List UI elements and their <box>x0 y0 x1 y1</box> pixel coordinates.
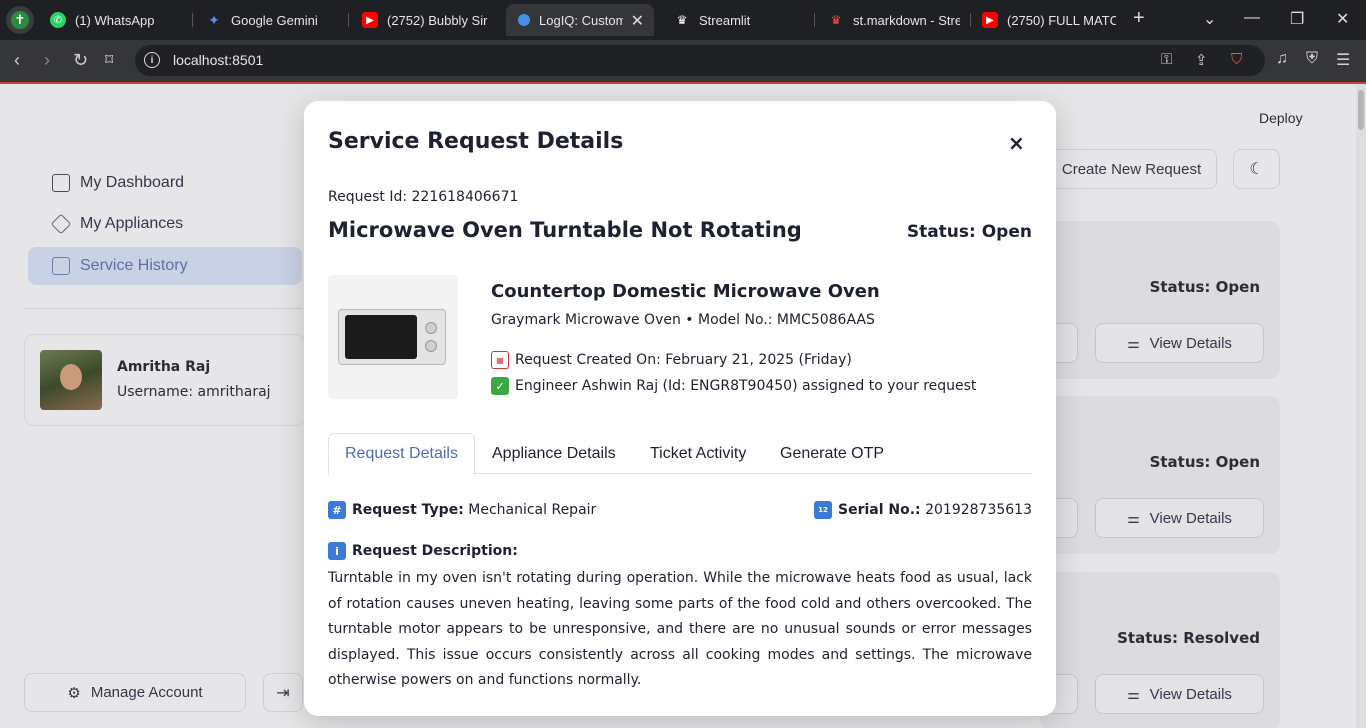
streamlit-crown-icon: ♛ <box>676 13 688 27</box>
gemini-icon: ✦ <box>208 11 220 28</box>
view-details-button[interactable]: ⚌ View Details <box>1095 323 1264 363</box>
request-card: Status: Open ⚌ View Details <box>1040 396 1280 554</box>
view-details-button[interactable]: ⚌ View Details <box>1095 498 1264 538</box>
appliance-image <box>328 275 458 399</box>
microwave-illustration <box>338 309 446 365</box>
bookmark-icon[interactable]: ⌑ <box>105 50 113 70</box>
tab-youtube-full-match[interactable]: ▶ (2750) FULL MATCH <box>970 4 1116 36</box>
grid-icon <box>52 174 70 192</box>
hash-icon: # <box>328 501 346 519</box>
sliders-icon: ⚌ <box>1127 685 1140 702</box>
tab-list-chevron-icon[interactable]: ⌄ <box>1203 9 1216 29</box>
scrollbar-thumb[interactable] <box>1358 90 1364 130</box>
minimize-icon[interactable]: — <box>1244 9 1260 27</box>
request-description-label: i Request Description: <box>328 542 518 560</box>
browser-profile-icon[interactable]: ✝ <box>6 6 34 34</box>
window-close-icon[interactable]: ✕ <box>1336 9 1349 29</box>
created-on-line: ▦ Request Created On: February 21, 2025 … <box>491 351 852 369</box>
request-card-status: Status: Resolved <box>1117 629 1260 647</box>
back-icon[interactable]: ‹ <box>14 50 20 71</box>
scrollbar[interactable] <box>1356 84 1366 728</box>
info-icon: i <box>328 542 346 560</box>
tab-st-markdown[interactable]: ♛ st.markdown - Strea <box>816 4 960 36</box>
brave-shields-icon[interactable]: ⛉ <box>1231 51 1242 68</box>
create-new-request-button[interactable]: Create New Request <box>1046 149 1217 189</box>
status-badge: Status: Open <box>906 222 1032 242</box>
share-icon[interactable]: ⇪ <box>1195 51 1208 69</box>
user-cog-icon: ⚙ <box>67 684 81 702</box>
tab-logiq-active[interactable]: LogIQ: Custome ✕ <box>506 4 654 36</box>
youtube-icon: ▶ <box>982 12 998 28</box>
request-card: Status: Resolved ⚌ View Details <box>1040 572 1280 728</box>
sliders-icon: ⚌ <box>1127 334 1140 351</box>
tab-youtube-bubbly[interactable]: ▶ (2752) Bubbly Sir Ki <box>350 4 492 36</box>
profile-name: Amritha Raj <box>117 359 211 375</box>
tab-streamlit[interactable]: ♛ Streamlit <box>662 4 812 36</box>
streamlit-crown-icon: ♛ <box>830 13 842 27</box>
vpn-icon[interactable]: ⛨ <box>1306 50 1318 68</box>
engineer-line: ✓ Engineer Ashwin Raj (Id: ENGR8T90450) … <box>491 377 976 395</box>
profile-card: Amritha Raj Username: amritharaj <box>24 334 306 426</box>
sidebar-divider <box>24 308 302 309</box>
tab-separator <box>348 13 349 27</box>
request-id: Request Id: 221618406671 <box>328 189 519 205</box>
avatar <box>40 350 102 410</box>
request-description: Turntable in my oven isn't rotating duri… <box>328 570 1032 688</box>
browser-address-bar: ‹ › ↻ ⌑ i localhost:8501 ⚿ ⇪ ⛉ ♫ ⛨ ☰ <box>0 40 1366 82</box>
request-heading: Microwave Oven Turntable Not Rotating <box>328 218 802 242</box>
new-tab-icon[interactable]: + <box>1133 7 1145 30</box>
tab-generate-otp[interactable]: Generate OTP <box>780 433 884 474</box>
tab-whatsapp[interactable]: ✆ (1) WhatsApp <box>38 4 190 36</box>
request-card-status: Status: Open <box>1149 278 1260 296</box>
view-details-button[interactable]: ⚌ View Details <box>1095 674 1264 714</box>
deploy-button[interactable]: Deploy <box>1259 110 1303 126</box>
sidebar-item-service-history[interactable]: Service History <box>28 247 302 285</box>
url-field[interactable]: i localhost:8501 ⚿ ⇪ ⛉ <box>135 45 1265 76</box>
product-brand-model: Graymark Microwave Oven • Model No.: MMC… <box>491 312 875 328</box>
layers-icon <box>50 213 72 235</box>
key-icon[interactable]: ⚿ <box>1161 51 1172 68</box>
product-name: Countertop Domestic Microwave Oven <box>491 281 880 302</box>
site-info-icon[interactable]: i <box>144 52 160 68</box>
manage-account-button[interactable]: ⚙ Manage Account <box>24 673 246 712</box>
tab-google-gemini[interactable]: ✦ Google Gemini <box>194 4 346 36</box>
service-request-modal: Service Request Details × Request Id: 22… <box>304 101 1056 716</box>
check-mark-icon: ✓ <box>491 377 509 395</box>
sidebar-item-my-dashboard[interactable]: My Dashboard <box>28 164 302 202</box>
reload-icon[interactable]: ↻ <box>73 50 88 71</box>
youtube-icon: ▶ <box>362 12 378 28</box>
inbox-icon <box>52 257 70 275</box>
tab-appliance-details[interactable]: Appliance Details <box>492 433 616 474</box>
sliders-icon: ⚌ <box>1127 509 1140 526</box>
sidebar-item-my-appliances[interactable]: My Appliances <box>28 205 302 243</box>
close-tab-icon[interactable]: ✕ <box>631 11 644 31</box>
numbers-icon: 12 <box>814 501 832 519</box>
logout-button[interactable]: ⇥ <box>263 673 303 712</box>
modal-tabs: Request Details Appliance Details Ticket… <box>328 433 1032 475</box>
streamlit-icon <box>518 14 530 26</box>
calendar-icon: ▦ <box>491 351 509 369</box>
tab-separator <box>814 13 815 27</box>
modal-title: Service Request Details <box>328 129 624 154</box>
close-icon[interactable]: × <box>1008 131 1025 155</box>
theme-toggle-button[interactable]: ☾ <box>1233 149 1280 189</box>
request-card-status: Status: Open <box>1149 453 1260 471</box>
moon-icon: ☾ <box>1249 161 1264 178</box>
tab-ticket-activity[interactable]: Ticket Activity <box>650 433 746 474</box>
logout-icon: ⇥ <box>276 684 290 702</box>
request-type: # Request Type: Mechanical Repair <box>328 501 596 519</box>
media-icon[interactable]: ♫ <box>1276 50 1288 68</box>
whatsapp-icon: ✆ <box>50 12 66 28</box>
menu-icon[interactable]: ☰ <box>1336 50 1350 70</box>
request-card: Status: Open ⚌ View Details <box>1040 221 1280 379</box>
profile-username: Username: amritharaj <box>117 384 271 400</box>
tab-request-details[interactable]: Request Details <box>328 433 475 475</box>
browser-tab-bar: ✝ ✆ (1) WhatsApp ✦ Google Gemini ▶ (2752… <box>0 0 1366 40</box>
tab-separator <box>192 13 193 27</box>
forward-icon[interactable]: › <box>44 50 50 71</box>
restore-icon[interactable]: ❐ <box>1290 9 1304 29</box>
serial-number: 12 Serial No.: 201928735613 <box>814 501 1032 519</box>
